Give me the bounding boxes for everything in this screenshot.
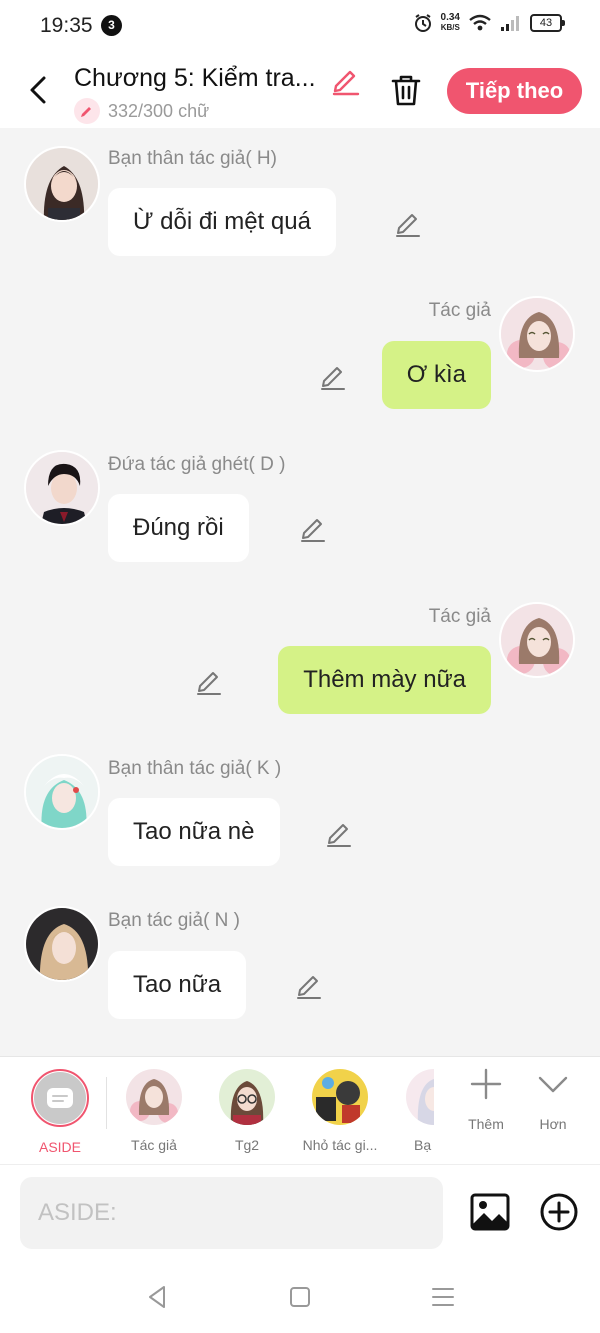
insert-image-button[interactable] [469,1191,511,1233]
network-speed-value: 0.34 [440,12,460,23]
battery-indicator: 43 [530,14,565,32]
avatar[interactable] [24,906,100,982]
image-icon [470,1193,510,1231]
edit-message-button[interactable] [298,513,328,543]
edit-message-button[interactable] [294,970,324,1000]
input-bar [0,1164,600,1260]
avatar[interactable] [499,296,575,372]
status-bar: 19:35 3 0.34 KB/S 43 [0,0,600,52]
character-label: Bạ [414,1137,432,1153]
character-label: Tg2 [234,1137,260,1153]
status-indicators: 0.34 KB/S 43 [413,13,565,33]
pencil-icon [396,214,420,237]
edit-message-button[interactable] [318,361,348,391]
sender-name: Đứa tác giả ghét( D ) [108,454,286,475]
sender-name: Bạn tác giả( N ) [108,910,240,931]
pencil-icon [297,976,321,999]
plus-circle-icon [540,1193,578,1231]
avatar[interactable] [24,754,100,830]
chat-bubble-icon [47,1088,73,1108]
notification-count-badge: 3 [101,15,122,36]
add-content-button[interactable] [538,1191,580,1233]
character-label: Tác giả [131,1137,177,1153]
add-character-button[interactable]: Thêm [456,1067,516,1132]
pencil-badge-icon [74,98,100,124]
pencil-icon [301,519,325,542]
plus-icon [470,1068,502,1100]
status-time: 19:35 [40,14,93,37]
message-input[interactable] [20,1177,443,1249]
avatar[interactable] [24,146,100,222]
chapter-title[interactable]: Chương 5: Kiểm tra... [74,64,316,93]
pencil-icon [321,367,345,390]
character-avatar [219,1069,275,1125]
system-back-button[interactable] [143,1282,173,1312]
back-button[interactable] [18,70,58,110]
edit-message-button[interactable] [324,818,354,848]
character-avatar [406,1069,434,1125]
chat-area[interactable]: Bạn thân tác giả( H) Ừ dỗi đi mệt quá Tá… [0,128,600,1056]
character-label: Nhỏ tác gi... [302,1137,378,1153]
message-bubble[interactable]: Thêm mày nữa [278,646,491,714]
trash-icon [391,75,421,106]
next-button[interactable]: Tiếp theo [447,68,582,114]
avatar[interactable] [499,602,575,678]
pencil-icon [197,672,221,695]
menu-icon [432,1288,454,1306]
system-menu-button[interactable] [428,1282,458,1312]
word-count: 332/300 chữ [108,100,210,121]
sender-name: Bạn thân tác giả( H) [108,148,277,169]
message-bubble[interactable]: Tao nữa [108,951,247,1019]
signal-icon [501,16,519,31]
delete-button[interactable] [386,70,426,110]
pencil-icon [327,824,351,847]
sender-name: Tác giả [428,606,491,627]
message-bubble[interactable]: Ừ dỗi đi mệt quá [108,188,336,256]
aside-avatar [31,1069,89,1127]
message-bubble[interactable]: Đúng rồi [108,494,249,562]
character-item[interactable]: Tác giả [109,1069,199,1153]
character-aside[interactable]: ASIDE [15,1069,105,1155]
square-home-icon [290,1287,310,1307]
edit-title-button[interactable] [330,64,362,96]
character-item[interactable]: Nhỏ tác gi... [295,1069,385,1153]
alarm-icon [414,14,431,32]
add-character-label: Thêm [468,1116,504,1132]
character-label: ASIDE [38,1139,81,1155]
divider [106,1077,107,1129]
pencil-icon [332,70,360,96]
avatar[interactable] [24,450,100,526]
triangle-back-icon [149,1286,165,1308]
system-navigation-bar [0,1260,600,1333]
edit-message-button[interactable] [393,208,423,238]
chevron-down-icon [538,1076,568,1093]
character-avatar [312,1069,368,1125]
network-speed-unit: KB/S [440,23,460,32]
character-item[interactable]: Tg2 [202,1069,292,1153]
word-count-badge: 332/300 chữ [74,98,209,124]
message-bubble[interactable]: Tao nữa nè [108,798,280,866]
network-speed: 0.34 KB/S [441,13,460,33]
message-bubble[interactable]: Ơ kìa [381,341,491,409]
sender-name: Tác giả [428,300,491,321]
character-item[interactable]: Bạ [388,1069,434,1153]
more-characters-button[interactable]: Hơn [523,1067,583,1132]
more-characters-label: Hơn [539,1116,567,1132]
edit-message-button[interactable] [194,666,224,696]
chevron-left-icon [30,76,46,104]
sender-name: Bạn thân tác giả( K ) [108,758,282,779]
chapter-header: Chương 5: Kiểm tra... 332/300 chữ Tiếp t… [0,52,600,128]
character-selector: ASIDE Tác giả Tg2 Nhỏ tác gi... Bạ Thêm … [0,1056,600,1164]
wifi-icon [469,14,491,31]
character-avatar [126,1069,182,1125]
system-home-button[interactable] [285,1282,315,1312]
